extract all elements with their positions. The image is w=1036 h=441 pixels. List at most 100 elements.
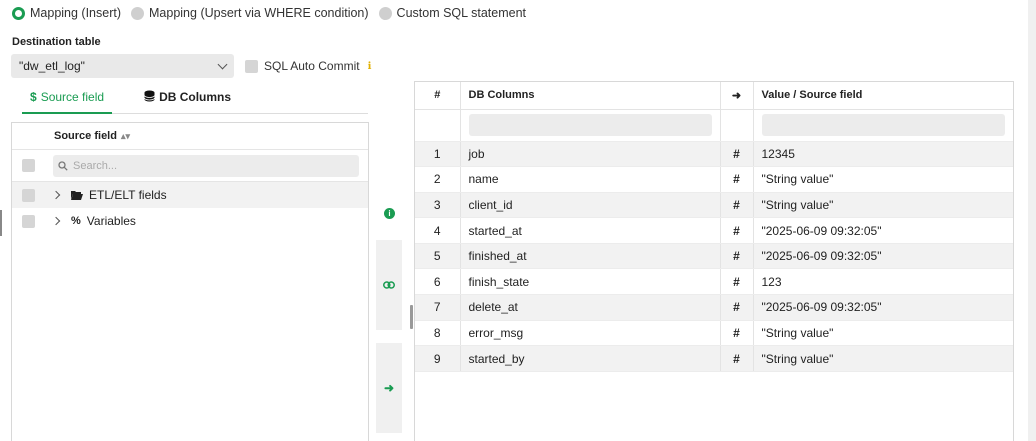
destination-table-label: Destination table	[12, 36, 101, 48]
radio-custom-sql[interactable]: Custom SQL statement	[378, 6, 526, 20]
source-field-panel: Source field ▴▾ Search... ETL/ELT fields…	[11, 122, 369, 441]
type-hash-icon: #	[720, 141, 754, 168]
value-cell[interactable]: 12345	[753, 141, 1013, 168]
type-hash-icon: #	[720, 217, 754, 244]
mapping-mode-group: Mapping (Insert) Mapping (Upsert via WHE…	[12, 6, 526, 20]
map-selected-button[interactable]: ➜	[376, 343, 402, 433]
db-column-cell: error_msg	[460, 320, 721, 347]
row-number: 4	[415, 217, 461, 244]
arrow-right-icon: ➜	[720, 82, 754, 110]
value-cell[interactable]: "String value"	[753, 192, 1013, 219]
grid-filter-row	[415, 109, 1013, 142]
db-column-cell: delete_at	[460, 294, 721, 321]
value-cell[interactable]: "2025-06-09 09:32:05"	[753, 217, 1013, 244]
destination-table-value: "dw_etl_log"	[19, 59, 85, 73]
window-scrollbar[interactable]	[1028, 0, 1036, 441]
chevron-right-icon[interactable]	[51, 190, 61, 200]
radio-selected-icon	[12, 6, 25, 20]
source-field-header-label: Source field	[54, 130, 117, 142]
panel-splitter-handle[interactable]	[410, 305, 413, 329]
link-icon	[383, 281, 395, 289]
type-hash-icon: #	[720, 320, 754, 347]
search-row: Search...	[12, 150, 368, 182]
search-input[interactable]: Search...	[53, 154, 359, 177]
type-hash-icon: #	[720, 294, 754, 321]
left-resize-handle[interactable]	[0, 210, 2, 236]
type-hash-icon: #	[720, 192, 754, 219]
tree-item-variables[interactable]: % Variables	[12, 208, 368, 234]
tab-label: Source field	[40, 90, 105, 104]
row-number: 1	[415, 141, 461, 168]
radio-unselected-icon	[131, 6, 145, 20]
value-cell[interactable]: "2025-06-09 09:32:05"	[753, 294, 1013, 321]
sql-auto-commit: SQL Auto Commit ℹ	[245, 59, 371, 73]
table-row[interactable]: 3 client_id # "String value"	[415, 192, 1013, 219]
value-cell[interactable]: "String value"	[753, 345, 1013, 372]
dollar-icon: $	[30, 90, 37, 104]
tree-item-checkbox[interactable]	[22, 188, 35, 202]
col-header-value-source[interactable]: Value / Source field	[753, 82, 1013, 110]
tab-db-columns[interactable]: DB Columns	[136, 88, 239, 113]
sort-icon: ▴▾	[120, 130, 131, 141]
row-number: 3	[415, 192, 461, 219]
table-row[interactable]: 4 started_at # "2025-06-09 09:32:05"	[415, 217, 1013, 244]
db-column-cell: started_at	[460, 217, 721, 244]
mapping-grid: # DB Columns ➜ Value / Source field 1 job…	[414, 81, 1014, 441]
value-cell[interactable]: "String value"	[753, 320, 1013, 347]
value-cell[interactable]: "2025-06-09 09:32:05"	[753, 243, 1013, 270]
radio-mapping-insert[interactable]: Mapping (Insert)	[12, 6, 121, 20]
source-field-header[interactable]: Source field ▴▾	[12, 123, 368, 150]
radio-label: Custom SQL statement	[396, 6, 526, 20]
radio-unselected-icon	[378, 6, 392, 20]
tree-item-etl-fields[interactable]: ETL/ELT fields	[12, 182, 368, 208]
auto-map-button[interactable]	[376, 240, 402, 330]
db-column-cell: finished_at	[460, 243, 721, 270]
db-column-cell: started_by	[460, 345, 721, 372]
tree-item-label: ETL/ELT fields	[89, 188, 167, 202]
value-cell[interactable]: 123	[753, 268, 1013, 296]
radio-mapping-upsert[interactable]: Mapping (Upsert via WHERE condition)	[131, 6, 369, 20]
col-header-number: #	[415, 82, 461, 110]
tab-label: DB Columns	[159, 90, 232, 104]
row-number: 6	[415, 268, 461, 296]
radio-label: Mapping (Upsert via WHERE condition)	[149, 6, 369, 20]
grid-header-row: # DB Columns ➜ Value / Source field	[415, 82, 1013, 110]
percent-icon: %	[71, 215, 81, 227]
info-icon[interactable]: ℹ	[368, 61, 372, 72]
source-tabs: $ Source field DB Columns	[22, 88, 368, 114]
sql-auto-commit-label: SQL Auto Commit	[264, 59, 360, 73]
database-icon	[144, 90, 155, 105]
type-hash-icon: #	[720, 345, 754, 372]
tree-item-label: Variables	[86, 214, 136, 228]
value-filter-input[interactable]	[761, 114, 1005, 136]
db-column-filter-input[interactable]	[468, 114, 712, 136]
row-number: 2	[415, 166, 461, 193]
select-all-checkbox[interactable]	[22, 159, 35, 172]
tree-item-checkbox[interactable]	[22, 214, 35, 228]
table-row[interactable]: 7 delete_at # "2025-06-09 09:32:05"	[415, 294, 1013, 321]
table-row[interactable]: 6 finish_state #123	[415, 268, 1013, 296]
sql-auto-commit-checkbox[interactable]	[245, 59, 258, 73]
table-row[interactable]: 2 name # "String value"	[415, 166, 1013, 193]
table-row[interactable]: 5 finished_at # "2025-06-09 09:32:05"	[415, 243, 1013, 270]
row-number: 5	[415, 243, 461, 270]
db-column-cell: name	[460, 166, 721, 193]
info-icon[interactable]: i	[384, 208, 395, 219]
type-hash-icon: #	[720, 268, 754, 296]
table-row[interactable]: 9 started_by # "String value"	[415, 345, 1013, 372]
value-cell[interactable]: "String value"	[753, 166, 1013, 193]
folder-open-icon	[71, 191, 83, 200]
table-row[interactable]: 1 job #12345	[415, 141, 1013, 168]
table-row[interactable]: 8 error_msg # "String value"	[415, 320, 1013, 347]
row-number: 7	[415, 294, 461, 321]
destination-table-select[interactable]: "dw_etl_log"	[11, 54, 234, 78]
chevron-right-icon[interactable]	[51, 216, 61, 226]
search-icon	[58, 160, 68, 171]
radio-label: Mapping (Insert)	[30, 6, 122, 20]
col-header-db-columns[interactable]: DB Columns	[460, 82, 721, 110]
chevron-down-icon	[217, 59, 228, 69]
type-hash-icon: #	[720, 243, 754, 270]
tab-source-field[interactable]: $ Source field	[22, 88, 113, 114]
row-number: 8	[415, 320, 461, 347]
db-column-cell: job	[460, 141, 721, 168]
